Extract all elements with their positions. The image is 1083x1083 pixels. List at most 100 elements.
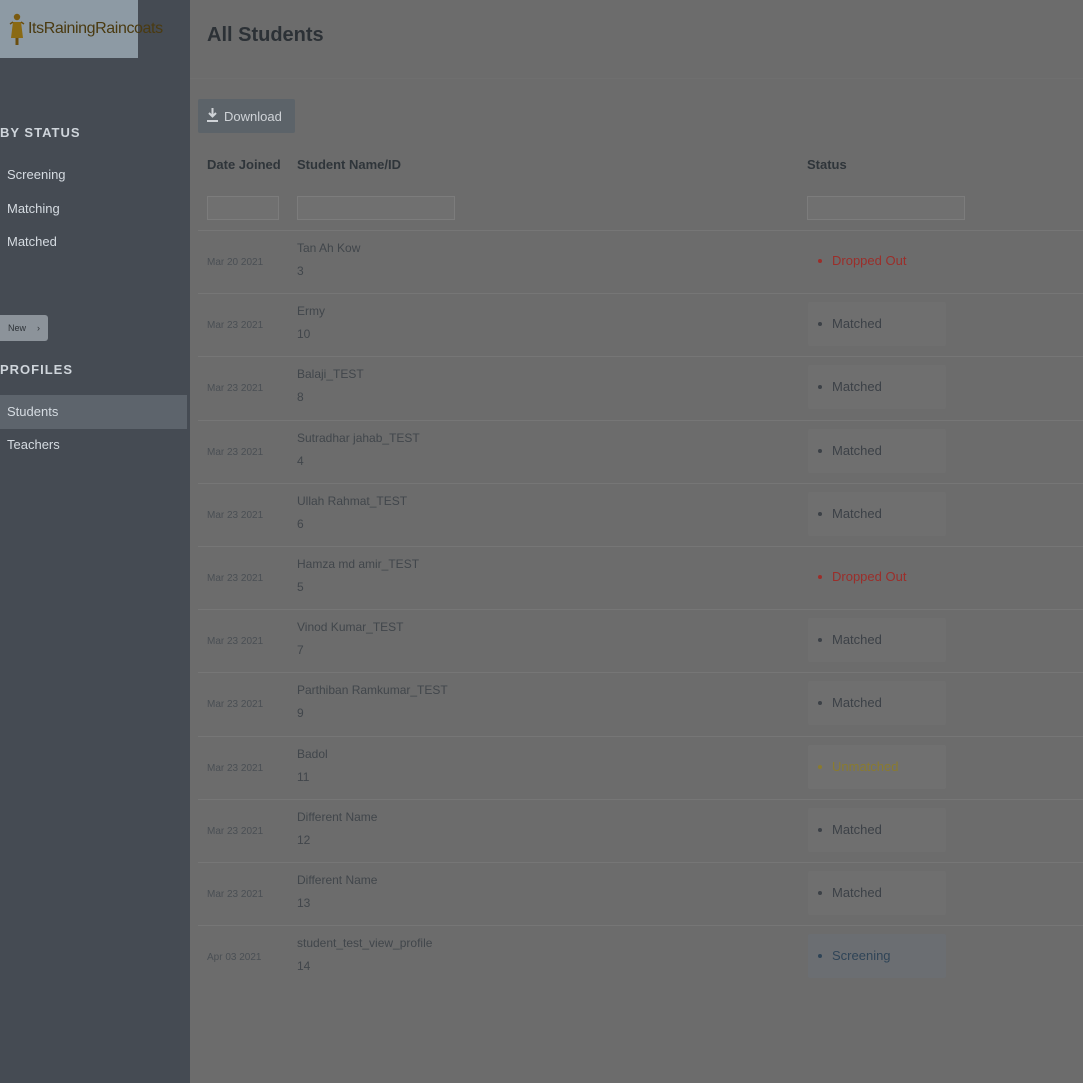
student-id: 8 <box>297 390 304 405</box>
column-header-name[interactable]: Student Name/ID <box>297 157 401 172</box>
table-row[interactable]: Mar 23 2021 Ullah Rahmat_TEST 6 Matched <box>198 482 1083 546</box>
status-badge[interactable]: Dropped Out <box>808 555 946 599</box>
student-id: 11 <box>297 769 310 784</box>
status-dot-icon <box>818 448 822 453</box>
status-badge[interactable]: Matched <box>808 365 946 410</box>
sidebar: ItsRainingRaincoats BY STATUS Screening … <box>0 0 190 1083</box>
status-dot-icon <box>818 764 822 769</box>
date-joined-cell: Apr 03 2021 <box>207 952 262 964</box>
date-joined-cell: Mar 23 2021 <box>207 509 264 521</box>
by-status-heading: BY STATUS <box>0 125 81 140</box>
student-name-link[interactable]: student_test_view_profile <box>297 936 432 950</box>
table-row[interactable]: Mar 23 2021 Balaji_TEST 8 Matched <box>198 356 1083 419</box>
status-dot-icon <box>818 954 822 959</box>
date-joined-cell: Mar 23 2021 <box>207 383 264 395</box>
student-name-link[interactable]: Balaji_TEST <box>297 367 364 381</box>
date-joined-cell: Mar 23 2021 <box>207 699 264 711</box>
student-name-link[interactable]: Sutradhar jahab_TEST <box>297 431 420 445</box>
sidebar-item-matching[interactable]: Matching <box>0 192 187 226</box>
student-name-link[interactable]: Badol <box>297 747 328 761</box>
student-id: 7 <box>297 643 304 658</box>
student-name-link[interactable]: Different Name <box>297 810 377 824</box>
status-badge[interactable]: Matched <box>808 428 946 473</box>
date-joined-cell: Mar 23 2021 <box>207 889 264 900</box>
status-dot-icon <box>818 827 822 832</box>
sidebar-item-teachers[interactable]: Teachers <box>0 428 187 462</box>
chevron-right-icon: › <box>37 323 40 333</box>
student-id: 9 <box>297 706 304 721</box>
logo-text: ItsRainingRaincoats <box>28 20 163 37</box>
status-badge[interactable]: Screening <box>808 934 946 979</box>
profiles-heading: PROFILES <box>0 362 74 377</box>
new-button[interactable]: New › <box>0 315 48 341</box>
student-id: 4 <box>297 453 304 468</box>
status-dot-icon <box>818 891 822 895</box>
status-badge[interactable]: Matched <box>808 871 946 915</box>
status-label: Matched <box>832 505 882 521</box>
status-badge[interactable]: Unmatched <box>808 744 946 789</box>
page-title: All Students <box>207 24 324 46</box>
student-id: 10 <box>297 327 311 342</box>
status-filter-input[interactable] <box>807 196 965 220</box>
student-id: 13 <box>297 896 311 910</box>
date-joined-cell: Mar 23 2021 <box>207 636 264 648</box>
status-badge[interactable]: Dropped Out <box>808 239 946 283</box>
status-label: Matched <box>832 442 882 458</box>
student-name-link[interactable]: Hamza md amir_TEST <box>297 557 419 571</box>
status-badge[interactable]: Matched <box>808 302 946 347</box>
table-row[interactable]: Mar 23 2021 Vinod Kumar_TEST 7 Matched <box>198 609 1083 672</box>
status-badge[interactable]: Matched <box>808 618 946 663</box>
status-label: Matched <box>832 632 882 648</box>
status-dot-icon <box>818 701 822 706</box>
status-badge[interactable]: Matched <box>808 807 946 852</box>
student-name-link[interactable]: Vinod Kumar_TEST <box>297 620 404 634</box>
date-joined-cell: Mar 23 2021 <box>207 762 264 774</box>
date-filter-input[interactable] <box>207 196 279 220</box>
table-row[interactable]: Mar 23 2021 Badol 11 Unmatched <box>198 735 1083 799</box>
table-row[interactable]: Apr 03 2021 student_test_view_profile 14 Sc… <box>198 925 1083 988</box>
column-header-date[interactable]: Date Joined <box>207 157 281 172</box>
logo[interactable]: ItsRainingRaincoats <box>0 0 163 58</box>
table-row[interactable]: Mar 23 2021 Ermy 10 Matched <box>198 293 1083 356</box>
download-button[interactable]: Download <box>198 99 295 133</box>
student-id: 14 <box>297 959 311 974</box>
status-badge[interactable]: Matched <box>808 491 946 536</box>
table-row[interactable]: Mar 23 2021 Hamza md amir_TEST 5 Dropped Ou… <box>198 546 1083 609</box>
student-name-link[interactable]: Ullah Rahmat_TEST <box>297 494 407 508</box>
table-row[interactable]: Mar 23 2021 Parthiban Ramkumar_TEST 9 Match… <box>198 672 1083 735</box>
table-row[interactable]: Mar 23 2021 Different Name 13 Matched <box>198 862 1083 925</box>
sidebar-item-screening[interactable]: Screening <box>0 158 187 192</box>
name-filter-input[interactable] <box>297 196 455 220</box>
table-row[interactable]: Mar 23 2021 Different Name 12 Matched <box>198 798 1083 862</box>
student-id: 12 <box>297 832 311 847</box>
student-name-link[interactable]: Parthiban Ramkumar_TEST <box>297 683 448 697</box>
status-label: Matched <box>832 316 882 332</box>
status-dot-icon <box>818 511 822 516</box>
download-icon <box>207 100 218 122</box>
status-dot-icon <box>818 322 822 327</box>
table-row[interactable]: Mar 20 2021 Tan Ah Kow 3 Dropped Out <box>198 230 1083 293</box>
date-joined-cell: Mar 23 2021 <box>207 320 264 332</box>
divider <box>190 78 1083 79</box>
date-joined-cell: Mar 23 2021 <box>207 573 264 584</box>
sidebar-item-students[interactable]: Students <box>0 395 187 429</box>
status-dot-icon <box>818 638 822 643</box>
status-dot-icon <box>818 385 822 390</box>
student-name-link[interactable]: Different Name <box>297 873 377 887</box>
status-badge[interactable]: Matched <box>808 681 946 726</box>
sidebar-item-matched[interactable]: Matched <box>0 225 187 259</box>
raincoat-figure-icon <box>8 12 26 46</box>
status-label: Dropped Out <box>832 253 907 268</box>
student-id: 5 <box>297 580 304 594</box>
new-button-label: New <box>8 323 27 333</box>
column-header-status[interactable]: Status <box>807 157 847 172</box>
student-name-link[interactable]: Tan Ah Kow <box>297 241 360 255</box>
status-dot-icon <box>818 575 822 579</box>
date-joined-cell: Mar 20 2021 <box>207 257 264 268</box>
status-dot-icon <box>818 259 822 263</box>
student-id: 3 <box>297 264 304 278</box>
table-row[interactable]: Mar 23 2021 Sutradhar jahab_TEST 4 Matched <box>198 419 1083 483</box>
student-name-link[interactable]: Ermy <box>297 304 325 318</box>
status-label: Matched <box>832 695 882 711</box>
status-label: Unmatched <box>832 758 899 774</box>
